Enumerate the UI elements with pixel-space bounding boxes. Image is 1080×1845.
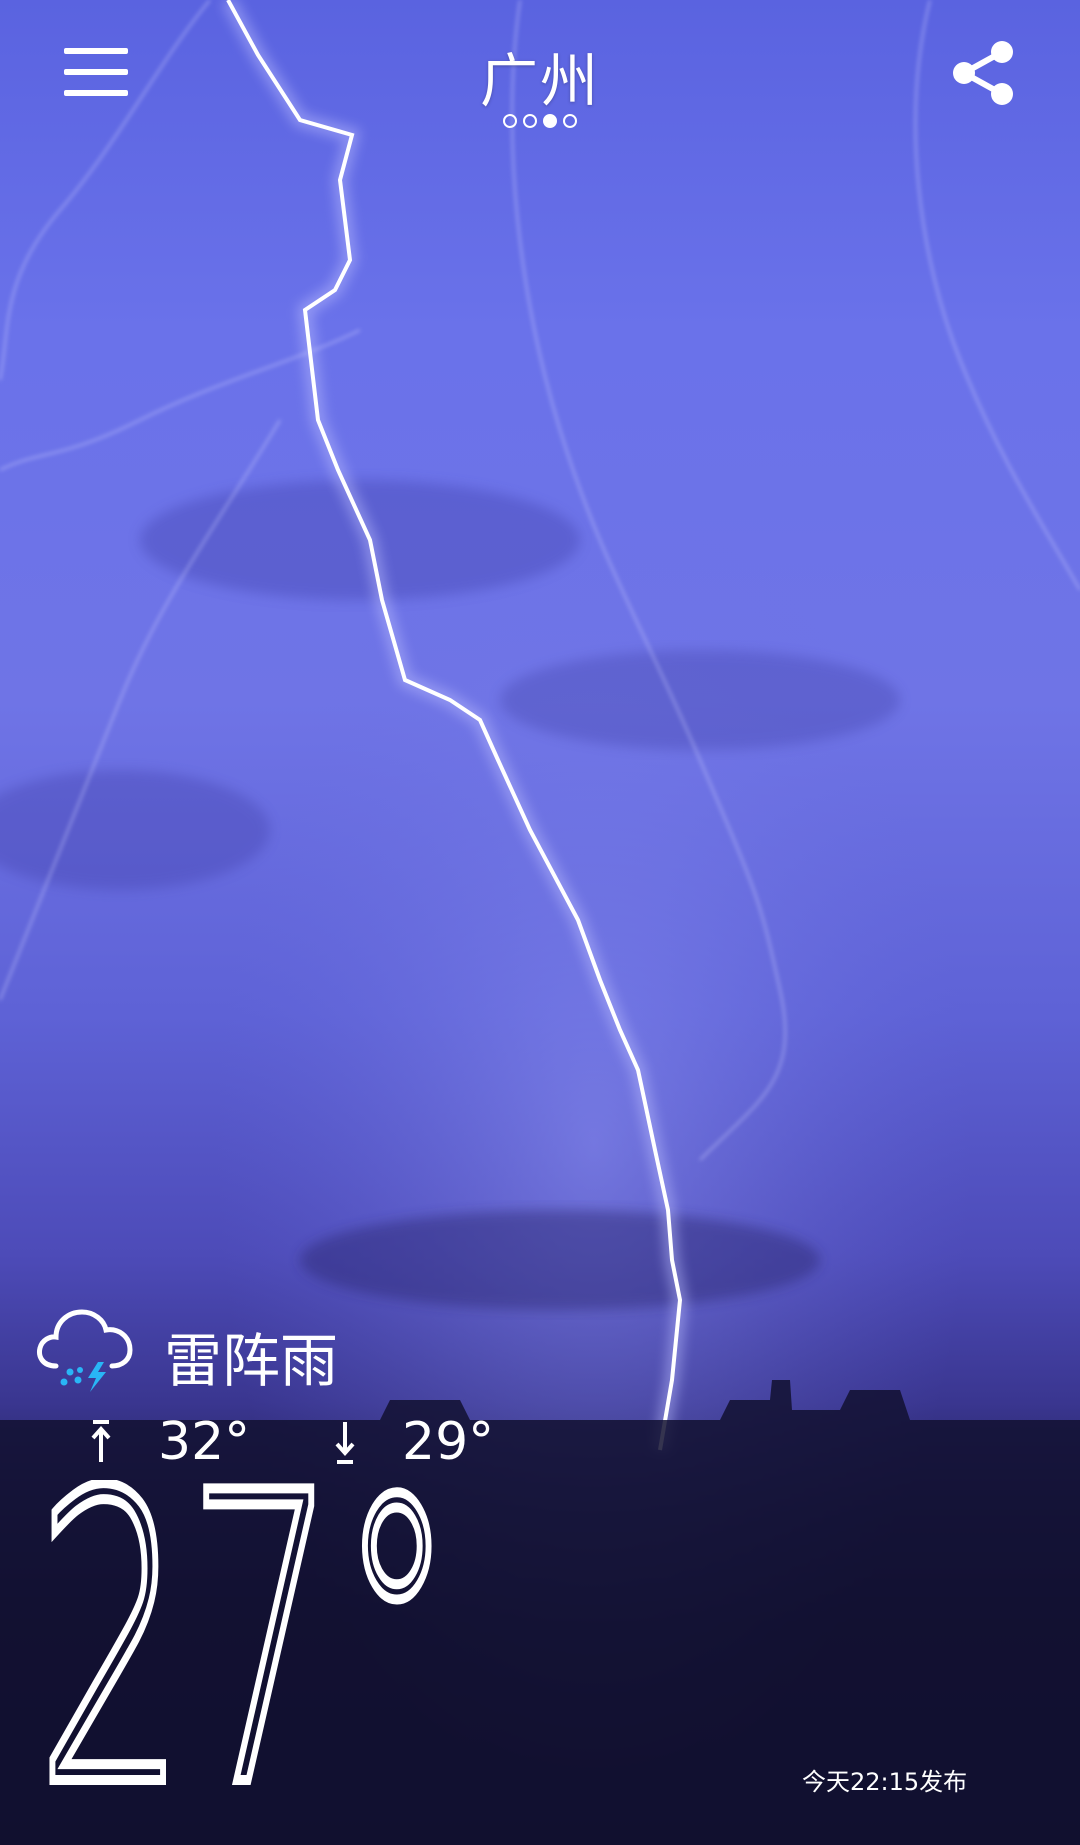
current-temp-value: 27°	[36, 1480, 456, 1790]
weather-screen: 广州 雷阵雨 32° 29° 27° 今天22:15发布	[0, 0, 1080, 1845]
share-icon	[953, 41, 1013, 105]
low-temp-value: 29°	[402, 1412, 495, 1472]
page-dot-active	[543, 114, 557, 128]
arrow-down-icon	[335, 1422, 355, 1464]
arrow-up-icon	[91, 1420, 111, 1462]
high-temp: 32°	[86, 1412, 250, 1472]
current-temperature: 27°	[36, 1480, 461, 1790]
page-dot	[563, 114, 577, 128]
city-title[interactable]: 广州	[0, 34, 1080, 118]
page-dot	[523, 114, 537, 128]
condition-label: 雷阵雨	[164, 1327, 339, 1395]
publish-time: 今天22:15发布	[802, 1768, 968, 1796]
page-dot	[503, 114, 517, 128]
low-temp: 29°	[330, 1412, 494, 1472]
high-temp-value: 32°	[158, 1412, 251, 1472]
share-button[interactable]	[950, 38, 1016, 108]
thunderstorm-rain-icon	[37, 1309, 133, 1392]
page-indicator	[0, 114, 1080, 128]
